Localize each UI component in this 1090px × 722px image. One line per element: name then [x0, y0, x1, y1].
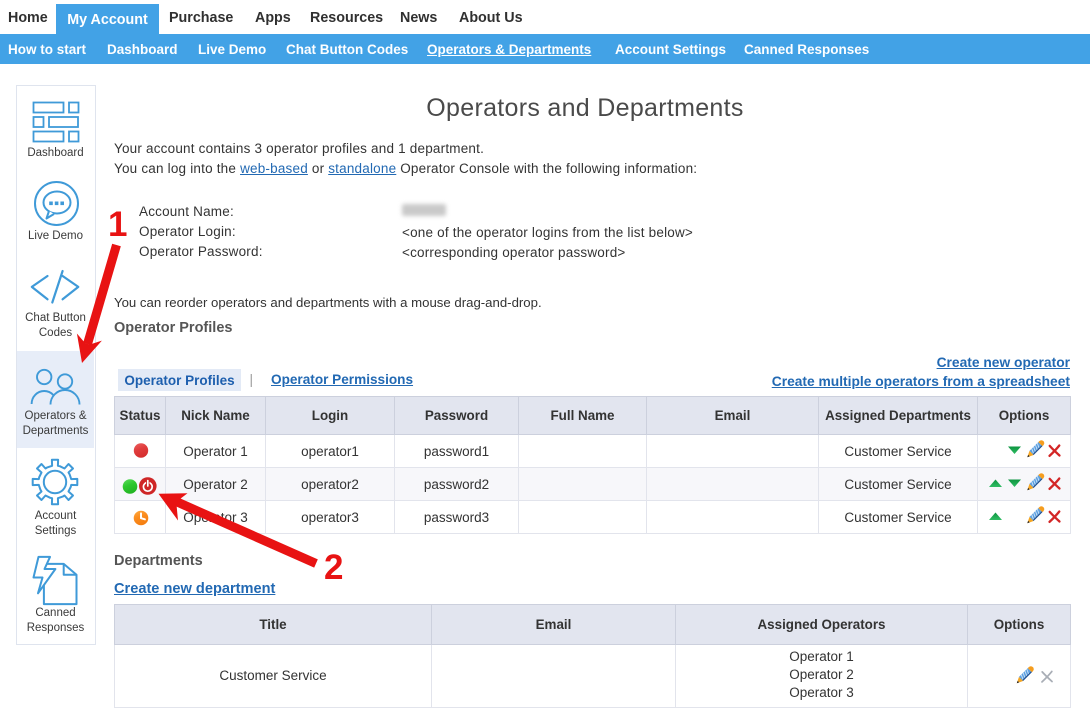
svg-text:1: 1	[108, 205, 127, 244]
svg-text:2: 2	[324, 548, 343, 587]
